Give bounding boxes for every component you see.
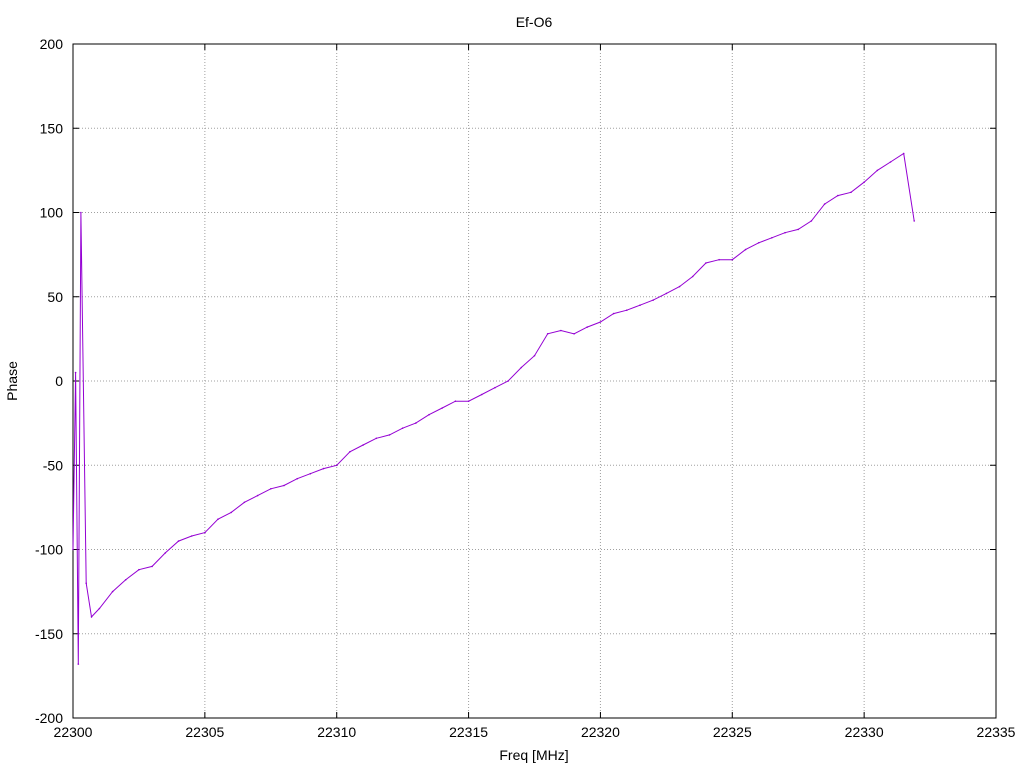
data-point	[80, 211, 82, 214]
data-point	[665, 292, 668, 295]
data-point	[335, 464, 338, 467]
data-point	[177, 540, 180, 542]
chart-title: Ef-O6	[516, 14, 553, 30]
x-tick-label: 22310	[317, 724, 356, 740]
data-point	[771, 237, 773, 239]
data-point	[151, 565, 153, 568]
y-tick-label: 100	[40, 205, 64, 221]
data-point	[913, 220, 915, 222]
data-point	[586, 326, 588, 328]
phase-chart: Ef-O6 22300 22305 22310 22315 22320 22325 2233…	[4, 14, 1016, 763]
data-point	[401, 427, 404, 430]
data-point	[560, 329, 562, 332]
data-point	[454, 400, 457, 403]
x-tick-label: 22330	[845, 724, 884, 740]
data-point	[296, 477, 299, 480]
data-point	[85, 582, 87, 584]
data-point	[678, 285, 681, 288]
data-point	[573, 333, 575, 335]
axis-ticks: 22300 22305 22310 22315 22320 22325 22330 22335…	[35, 36, 1016, 740]
y-axis-label: Phase	[4, 361, 20, 401]
x-tick-label: 22335	[977, 724, 1016, 740]
data-point	[481, 393, 483, 396]
data-point	[612, 312, 615, 315]
data-point	[691, 275, 694, 278]
data-point	[823, 203, 826, 205]
data-point	[415, 422, 417, 424]
data-point	[256, 494, 259, 497]
data-point	[705, 262, 707, 264]
data-point	[837, 194, 839, 197]
data-point	[494, 386, 496, 389]
data-point	[428, 413, 430, 416]
data-point	[718, 258, 720, 261]
x-tick-label: 22305	[185, 724, 224, 740]
data-point	[72, 548, 74, 551]
data-point	[639, 304, 641, 307]
data-point	[270, 488, 272, 490]
x-tick-label: 22315	[449, 724, 488, 740]
y-tick-label: 200	[40, 36, 64, 52]
data-point	[388, 434, 391, 436]
y-tick-label: -200	[35, 710, 63, 726]
data-point	[902, 152, 905, 155]
data-point	[111, 590, 114, 593]
data-point	[283, 484, 285, 487]
series-layer	[72, 152, 915, 665]
y-tick-label: 0	[55, 373, 63, 389]
data-point	[731, 258, 734, 261]
data-point	[546, 333, 549, 335]
grid	[73, 44, 996, 718]
data-point	[876, 169, 879, 172]
x-tick-label: 22300	[54, 724, 93, 740]
data-point	[889, 161, 892, 163]
data-point	[322, 467, 325, 470]
data-point	[375, 437, 378, 440]
data-point	[441, 407, 444, 409]
data-point	[204, 531, 206, 534]
data-point	[507, 380, 509, 382]
data-point	[124, 579, 127, 581]
data-point	[810, 220, 813, 222]
x-axis-label: Freq [MHz]	[499, 747, 568, 763]
data-point	[164, 552, 167, 554]
data-point	[138, 568, 140, 571]
data-point	[362, 444, 364, 446]
data-point	[77, 663, 80, 665]
data-point	[850, 191, 852, 194]
data-point	[98, 607, 101, 610]
data-point	[520, 366, 523, 369]
data-point	[626, 309, 628, 312]
data-point	[230, 511, 232, 514]
data-point	[90, 616, 93, 618]
data-point	[467, 400, 470, 403]
data-point	[349, 451, 351, 453]
data-point	[190, 535, 193, 537]
x-tick-label: 22325	[713, 724, 752, 740]
data-point	[784, 231, 786, 234]
data-point	[797, 228, 799, 231]
data-point	[533, 354, 536, 357]
data-point	[74, 371, 77, 374]
y-tick-label: -50	[43, 457, 63, 473]
data-point	[863, 181, 865, 183]
data-point	[652, 299, 654, 301]
data-point	[217, 518, 219, 520]
x-tick-label: 22320	[581, 724, 620, 740]
data-point	[243, 501, 246, 504]
data-point	[599, 321, 602, 323]
y-tick-label: 150	[40, 120, 64, 136]
phase-series-line	[72, 152, 915, 665]
y-tick-label: -100	[35, 542, 63, 558]
data-point	[757, 242, 760, 244]
y-tick-label: -150	[35, 626, 63, 642]
data-point	[744, 248, 747, 251]
data-point	[309, 472, 312, 475]
y-tick-label: 50	[47, 289, 63, 305]
